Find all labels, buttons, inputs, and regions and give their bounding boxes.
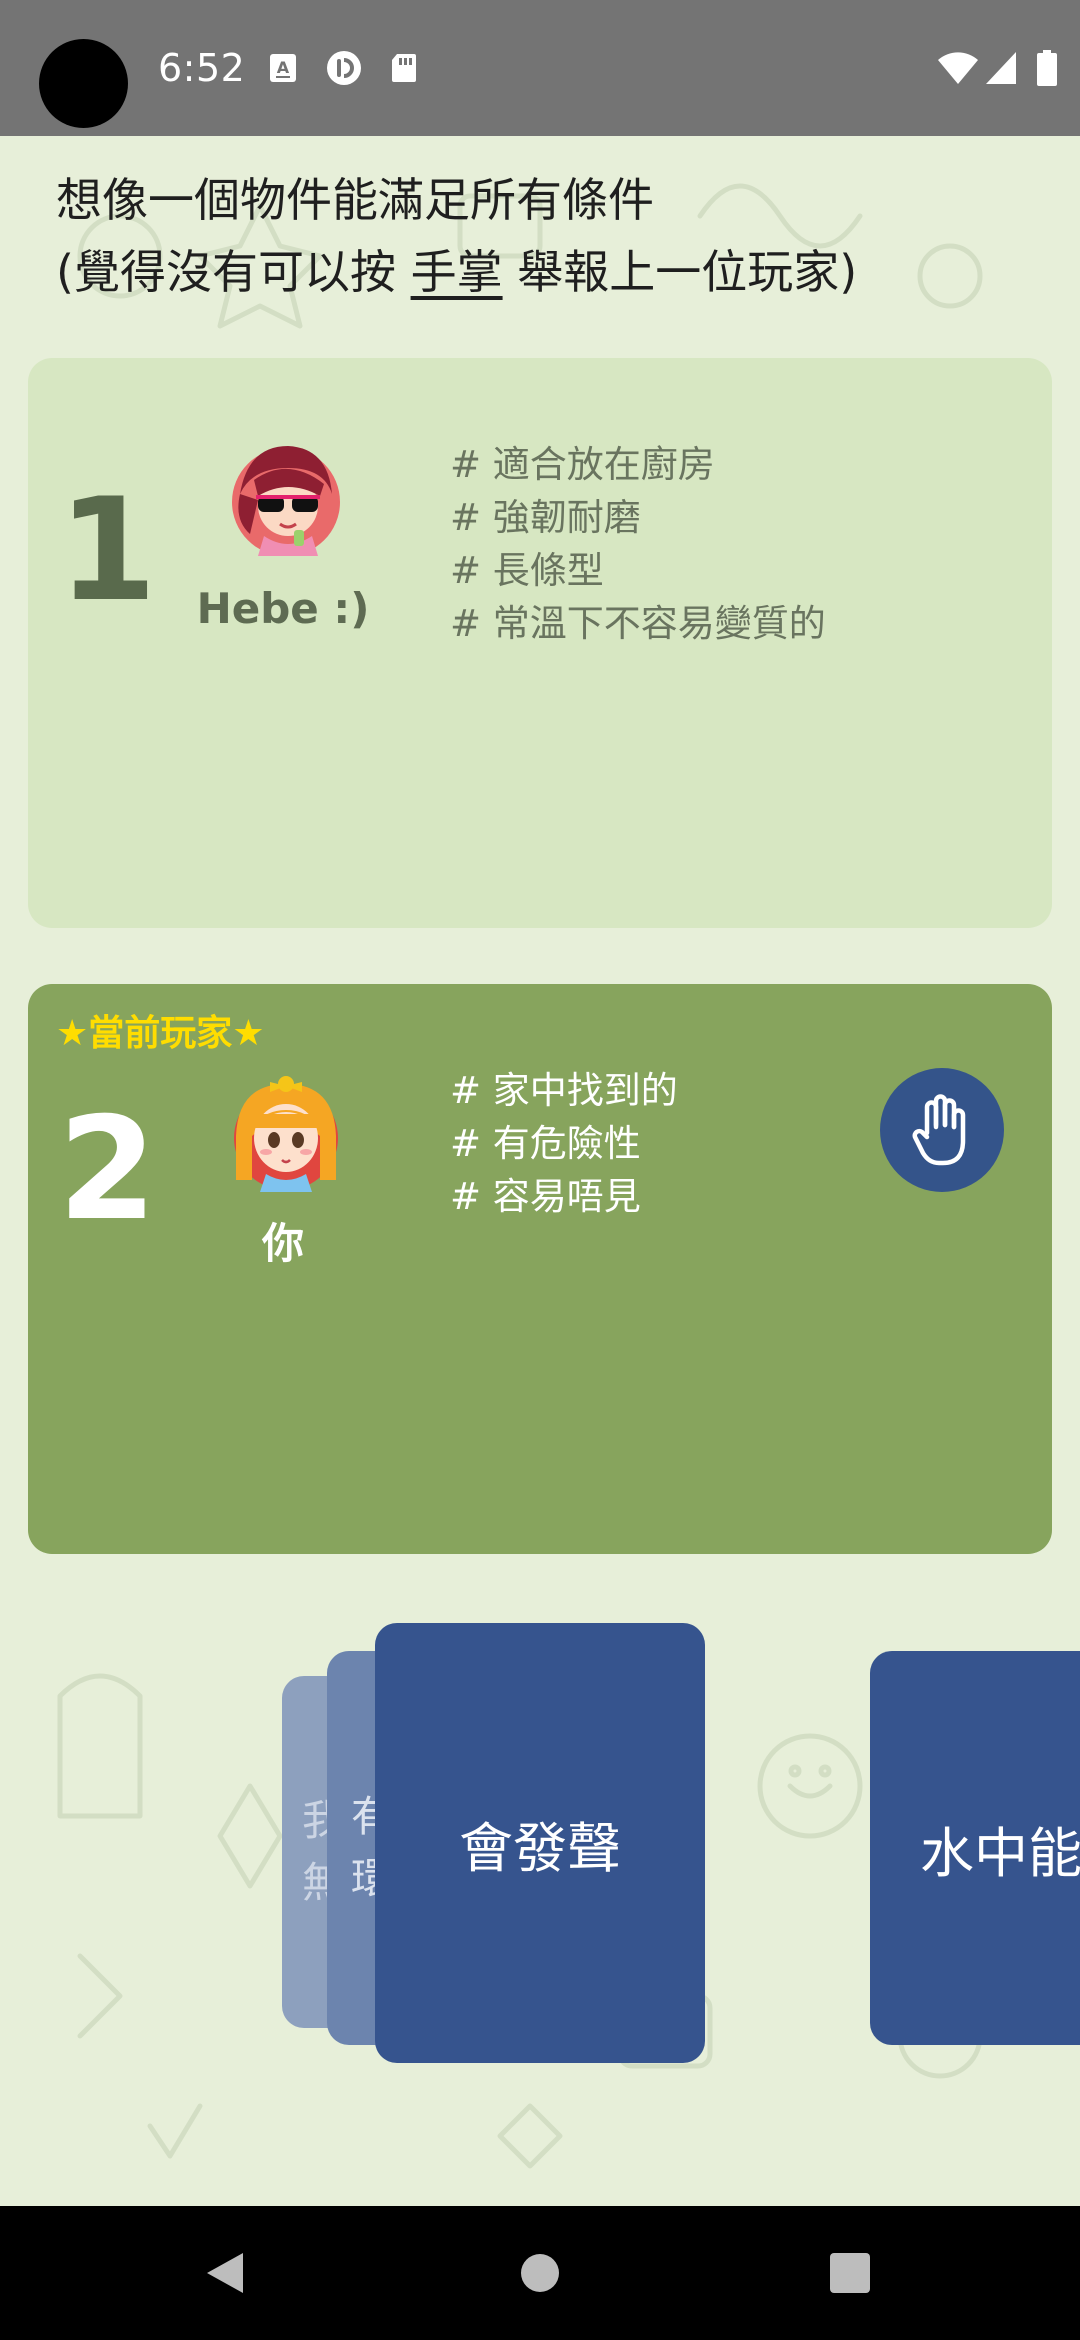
svg-text:A: A [277, 58, 290, 77]
wifi-icon [938, 52, 978, 84]
hint-item: # 家中找到的 [450, 1069, 678, 1112]
navigation-bar [0, 2206, 1080, 2340]
report-hint-link: 手掌 [410, 245, 503, 299]
hint-item: # 有危險性 [450, 1122, 641, 1165]
player-card-2: ★當前玩家★ 2 你 # 家中找到的 # 有危險性 # 容易唔見 [28, 984, 1052, 1554]
sd-card-icon [392, 54, 416, 82]
nav-home-button[interactable] [460, 2206, 620, 2340]
player-name: Hebe :) [196, 584, 370, 633]
cast-icon [327, 51, 361, 85]
instruction-line-2: (覺得沒有可以按 手掌 舉報上一位玩家) [56, 236, 1056, 308]
instruction-line-2-prefix: (覺得沒有可以按 [56, 245, 411, 299]
current-player-label: ★當前玩家★ [56, 1013, 265, 1054]
hint-list: # 適合放在廚房 # 強韌耐磨 # 長條型 # 常溫下不容易變質的 [450, 438, 826, 650]
hint-item: # 適合放在廚房 [450, 443, 715, 486]
hint-item: # 長條型 [450, 549, 604, 592]
nav-back-button[interactable] [145, 2206, 305, 2340]
word-card-next-label: 水中能用 [920, 1821, 1080, 1885]
camera-cutout [39, 39, 128, 128]
hint-item: # 容易唔見 [450, 1175, 641, 1218]
player-card-1: 1 Hebe :) # 適合放在廚房 # 強韌耐磨 # 長條型 # 常溫下不容易… [28, 358, 1052, 928]
player-name: 你 [261, 1219, 304, 1268]
instruction-line-2-suffix: 舉報上一位玩家) [502, 245, 858, 299]
player-number: 1 [58, 468, 157, 633]
hint-list: # 家中找到的 # 有危險性 # 容易唔見 [450, 1064, 678, 1223]
hint-item: # 常溫下不容易變質的 [450, 602, 826, 645]
back-icon [207, 2253, 243, 2293]
instruction-text: 想像一個物件能滿足所有條件 (覺得沒有可以按 手掌 舉報上一位玩家) [56, 164, 1056, 308]
hand-icon [912, 1094, 966, 1166]
hint-item: # 強韌耐磨 [450, 496, 641, 539]
home-icon [521, 2254, 559, 2292]
battery-icon [1037, 50, 1057, 86]
girl-sunglasses-avatar [232, 446, 340, 556]
status-bar: 6:52 A [0, 0, 1080, 136]
keyboard-a-icon: A [270, 54, 296, 82]
status-time: 6:52 [158, 46, 246, 90]
word-card-current-label: 會發聲 [459, 1816, 621, 1880]
nav-recents-button[interactable] [770, 2206, 930, 2340]
player-number: 2 [58, 1087, 157, 1252]
cell-signal-icon [986, 52, 1016, 84]
recents-icon [830, 2253, 870, 2293]
report-button[interactable] [880, 1068, 1004, 1192]
word-card-next[interactable]: 水中能用 [870, 1651, 1080, 2045]
instruction-line-1: 想像一個物件能滿足所有條件 [56, 173, 654, 227]
word-card-current[interactable]: 會發聲 [375, 1623, 705, 2063]
girl-orange-hair-avatar [234, 1076, 338, 1192]
